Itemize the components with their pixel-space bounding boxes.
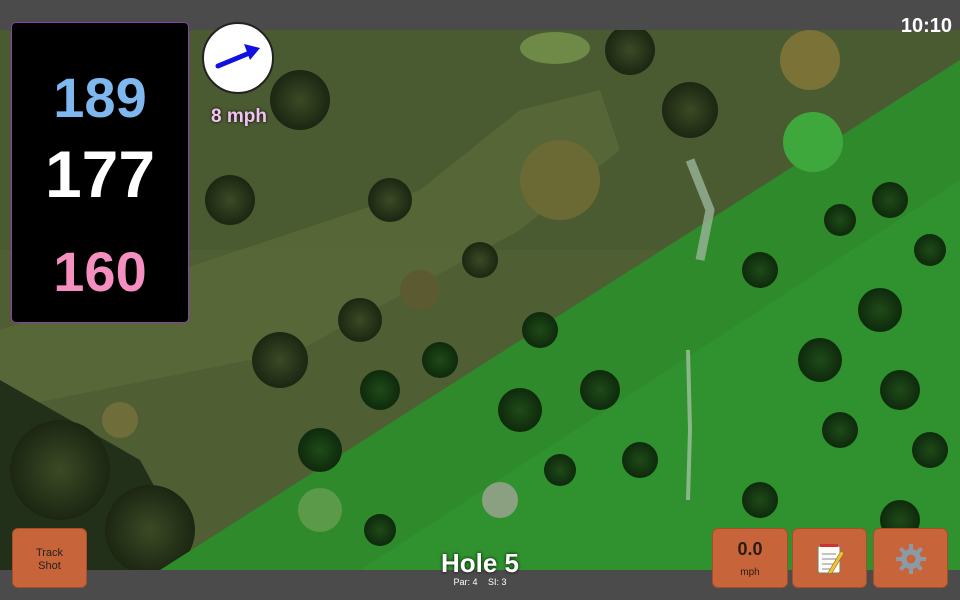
hole-info: Par: 4 SI: 3 [380, 577, 580, 587]
notepad-icon [817, 544, 845, 575]
hole-title: Hole 5 [440, 548, 520, 578]
notes-button[interactable] [792, 528, 867, 588]
speed-button[interactable]: 0.0 mph [712, 528, 788, 588]
hole-par: Par: 4 [453, 577, 478, 587]
distance-panel: 189 177 160 [11, 22, 189, 323]
track-shot-label-1: Track [35, 547, 64, 559]
track-shot-button[interactable]: Track Shot [12, 528, 87, 588]
settings-button[interactable] [873, 528, 948, 588]
arrow-icon [215, 44, 260, 69]
hole-stroke-index: SI: 3 [488, 577, 507, 587]
distance-back: 189 [53, 66, 147, 129]
speed-unit: mph [740, 567, 760, 578]
track-shot-label-2: Shot [38, 560, 61, 572]
speed-value: 0.0 [737, 539, 763, 559]
gear-icon [896, 544, 926, 574]
clock: 10:10 [900, 15, 952, 37]
distance-front: 160 [53, 240, 147, 303]
distance-middle: 177 [44, 137, 156, 211]
wind-speed: 8 mph [211, 106, 267, 127]
wind-direction-dial [202, 22, 274, 94]
